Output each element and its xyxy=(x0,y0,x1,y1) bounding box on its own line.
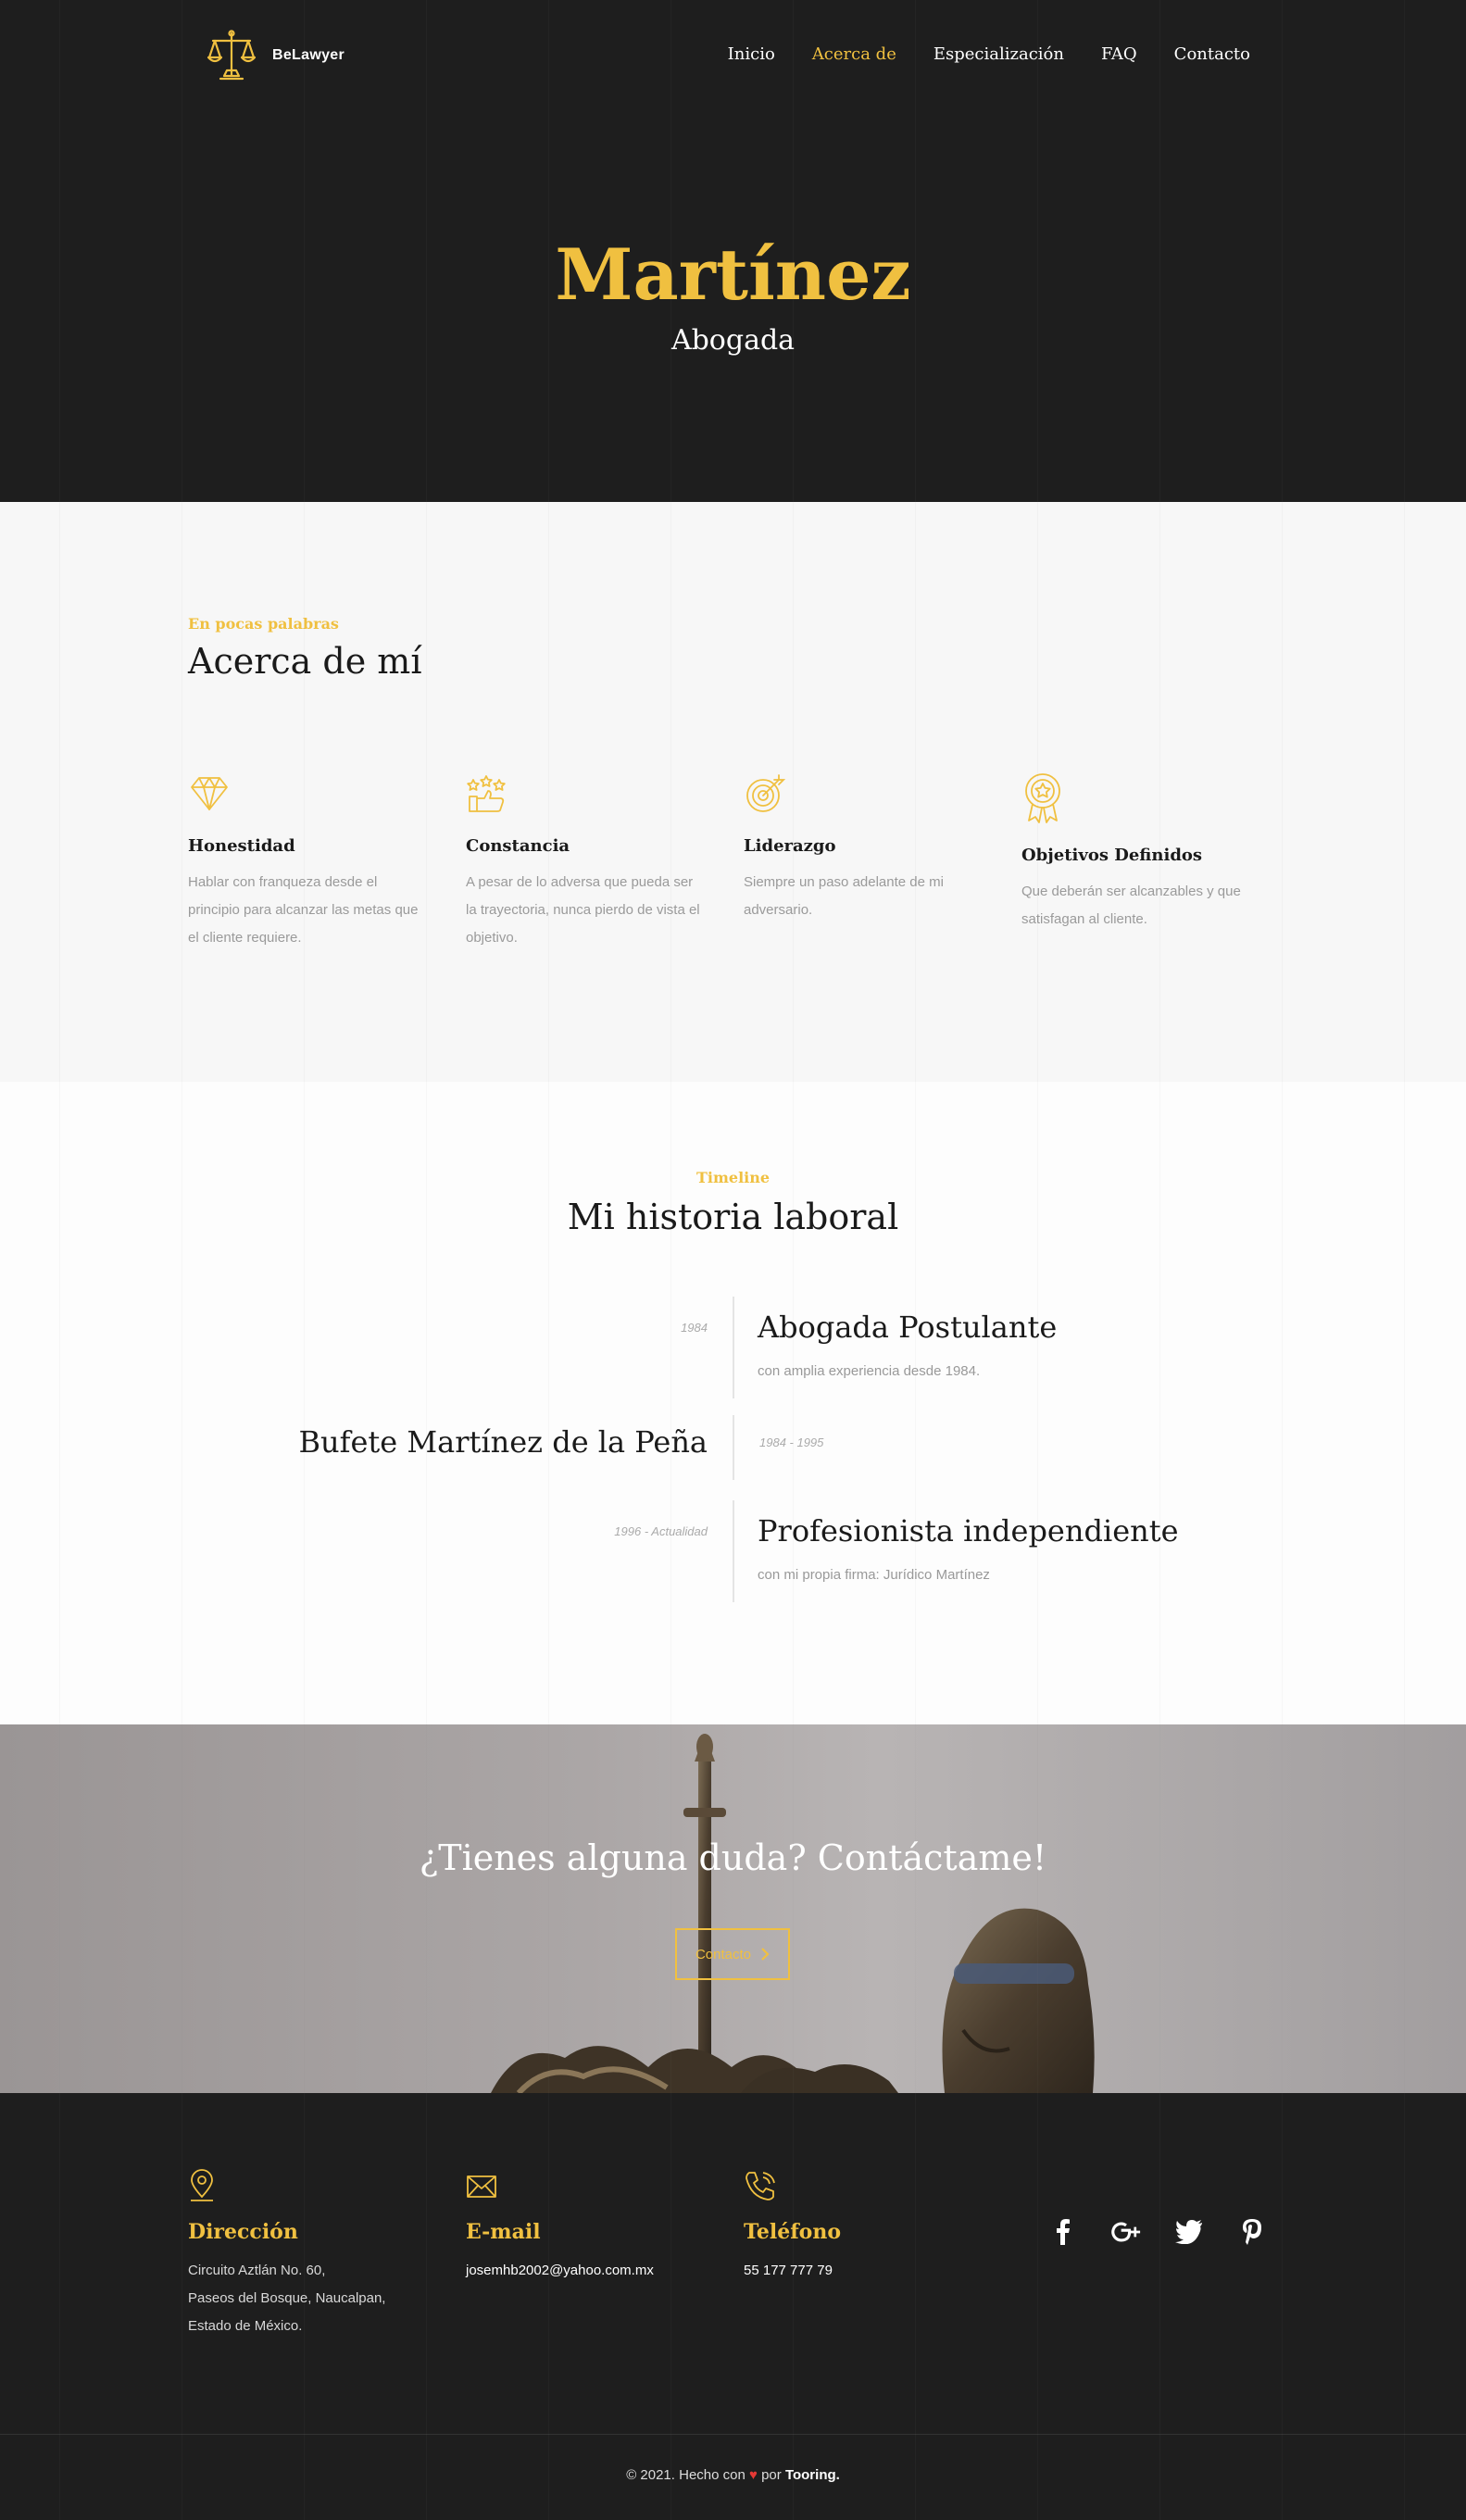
timeline-line xyxy=(733,1297,734,1398)
footer-address-text: Circuito Aztlán No. 60, Paseos del Bosqu… xyxy=(188,2257,429,2340)
feature-title: Objetivos Definidos xyxy=(1021,846,1203,865)
feature-liderazgo: Liderazgo Siempre un paso adelante de mi… xyxy=(744,772,984,924)
award-medal-icon xyxy=(1025,773,1060,823)
contact-cta-section: ¿Tienes alguna duda? Contáctame! Contact… xyxy=(0,1724,1466,2093)
copyright-prefix: © 2021. Hecho con xyxy=(626,2467,746,2483)
timeline-eyebrow: Timeline xyxy=(695,1169,771,1186)
hero-section: BeLawyer Inicio Acerca de Especializació… xyxy=(0,0,1466,502)
footer-phone: Teléfono 55 177 777 79 xyxy=(744,2169,984,2285)
feature-constancia: Constancia A pesar de lo adversa que pue… xyxy=(466,772,707,952)
nav-link-inicio[interactable]: Inicio xyxy=(728,44,775,64)
cta-heading: ¿Tienes alguna duda? Contáctame! xyxy=(419,1837,1047,1878)
feature-honestidad: Honestidad Hablar con franqueza desde el… xyxy=(188,772,429,952)
map-pin-icon xyxy=(191,2169,213,2201)
contact-button-label: Contacto xyxy=(695,1946,752,1962)
scales-of-justice-icon xyxy=(207,30,257,81)
feature-text: Que deberán ser alcanzables y que satisf… xyxy=(1021,884,1241,927)
social-links xyxy=(1048,2217,1267,2247)
heart-icon: ♥ xyxy=(749,2467,758,2483)
phone-icon xyxy=(746,2172,775,2200)
footer-phone-value[interactable]: 55 177 777 79 xyxy=(744,2257,984,2285)
envelope-icon xyxy=(467,2175,496,2198)
timeline-date: 1984 - 1995 xyxy=(759,1436,824,1449)
timeline-date: 1984 xyxy=(681,1321,708,1335)
brand-logo[interactable]: BeLawyer xyxy=(204,28,345,83)
nav-link-especializacion[interactable]: Especialización xyxy=(933,44,1064,64)
address-line: Circuito Aztlán No. 60, xyxy=(188,2263,326,2278)
feature-title: Liderazgo xyxy=(744,836,836,856)
feature-title: Constancia xyxy=(466,836,570,856)
hero-subtitle: Abogada xyxy=(670,324,796,357)
facebook-icon[interactable] xyxy=(1048,2217,1078,2247)
feature-text: A pesar de lo adversa que pueda ser la t… xyxy=(466,874,700,946)
timeline-date: 1996 - Actualidad xyxy=(614,1524,708,1538)
nav-link-contacto[interactable]: Contacto xyxy=(1174,44,1250,64)
feature-text: Siempre un paso adelante de mi adversari… xyxy=(744,874,944,918)
google-plus-icon[interactable] xyxy=(1111,2217,1141,2247)
timeline-section: Timeline Mi historia laboral 1984 Abogad… xyxy=(0,1082,1466,1724)
brand-name: BeLawyer xyxy=(272,47,345,63)
pinterest-icon[interactable] xyxy=(1237,2217,1267,2247)
about-heading: Acerca de mí xyxy=(188,641,422,682)
nav-link-faq[interactable]: FAQ xyxy=(1101,44,1137,64)
about-eyebrow: En pocas palabras xyxy=(188,615,339,633)
address-line: Paseos del Bosque, Naucalpan, xyxy=(188,2290,386,2306)
timeline-line xyxy=(733,1415,734,1480)
author-link[interactable]: Tooring. xyxy=(785,2467,840,2483)
about-section: En pocas palabras Acerca de mí Honestida… xyxy=(0,502,1466,1082)
copyright: © 2021. Hecho con ♥ por Tooring. xyxy=(0,2467,1466,2483)
thumbs-up-stars-icon xyxy=(467,775,506,812)
nav-link-acerca-de[interactable]: Acerca de xyxy=(812,44,896,64)
timeline-desc: con amplia experiencia desde 1984. xyxy=(758,1363,981,1379)
top-navbar: BeLawyer Inicio Acerca de Especializació… xyxy=(0,0,1466,111)
timeline-title: Abogada Postulante xyxy=(758,1310,1058,1345)
footer-email-title: E-mail xyxy=(466,2220,541,2244)
footer-email: E-mail josemhb2002@yahoo.com.mx xyxy=(466,2169,707,2285)
hero-title: Martínez xyxy=(555,233,911,316)
feature-title: Honestidad xyxy=(188,836,295,856)
copyright-middle: por xyxy=(761,2467,782,2483)
timeline-line xyxy=(733,1500,734,1602)
target-icon xyxy=(746,774,786,812)
feature-objetivos: Objetivos Definidos Que deberán ser alca… xyxy=(1021,772,1262,934)
diamond-icon xyxy=(191,777,228,810)
footer-phone-title: Teléfono xyxy=(744,2220,842,2244)
timeline-title: Profesionista independiente xyxy=(758,1513,1179,1548)
main-menu: Inicio Acerca de Especialización FAQ Con… xyxy=(728,44,1250,64)
timeline-desc: con mi propia firma: Jurídico Martínez xyxy=(758,1567,990,1583)
footer-divider xyxy=(0,2434,1466,2435)
feature-text: Hablar con franqueza desde el principio … xyxy=(188,874,419,946)
chevron-right-icon xyxy=(761,1948,770,1961)
footer-email-link[interactable]: josemhb2002@yahoo.com.mx xyxy=(466,2257,707,2285)
address-line: Estado de México. xyxy=(188,2318,303,2334)
contact-button[interactable]: Contacto xyxy=(675,1928,790,1980)
lady-justice-statue-image xyxy=(491,1734,1095,2093)
site-footer: Dirección Circuito Aztlán No. 60, Paseos… xyxy=(0,2093,1466,2520)
timeline-heading: Mi historia laboral xyxy=(567,1197,899,1237)
timeline-title: Bufete Martínez de la Peña xyxy=(298,1424,708,1460)
footer-address: Dirección Circuito Aztlán No. 60, Paseos… xyxy=(188,2169,429,2340)
twitter-icon[interactable] xyxy=(1174,2217,1204,2247)
footer-address-title: Dirección xyxy=(188,2220,298,2244)
